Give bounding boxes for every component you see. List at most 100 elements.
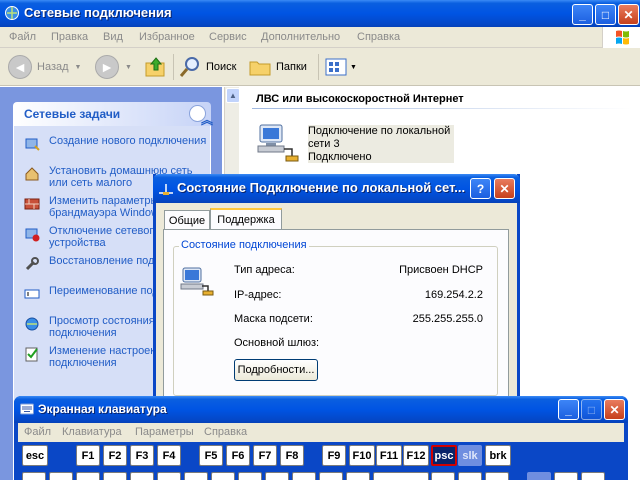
key-f2[interactable]: F2 — [103, 445, 127, 466]
windows-flag-icon — [616, 30, 629, 45]
views-icon — [325, 58, 347, 76]
collapse-chevron-icon[interactable]: ︽ — [189, 105, 213, 127]
task-create-connection[interactable]: Создание нового подключения — [24, 135, 210, 151]
keyboard-menubar: Файл Клавиатура Параметры Справка — [18, 423, 624, 442]
up-folder-button[interactable] — [144, 54, 168, 80]
key-f7[interactable]: F7 — [253, 445, 277, 466]
menu-advanced[interactable]: Дополнительно — [261, 31, 340, 43]
key-f3[interactable]: F3 — [130, 445, 154, 466]
address-type-label: Тип адреса: — [234, 264, 295, 276]
key-row2[interactable] — [103, 472, 127, 480]
network-tasks-header[interactable]: Сетевые задачи ︽ — [13, 102, 213, 127]
keyboard-close-button[interactable]: ✕ — [604, 399, 625, 420]
lan-connection-icon[interactable] — [256, 121, 300, 165]
menu-help[interactable]: Справка — [357, 31, 400, 43]
rename-icon — [24, 289, 40, 299]
help-icon: ? — [476, 181, 485, 196]
key-f1[interactable]: F1 — [76, 445, 100, 466]
dialog-title: Состояние Подключение по локальной сет..… — [177, 180, 466, 195]
close-icon: ✕ — [499, 181, 510, 196]
osk-menu-file[interactable]: Файл — [24, 426, 51, 438]
forward-button[interactable]: ► ▼ — [95, 54, 132, 80]
details-button[interactable]: Подробности... — [234, 359, 318, 381]
views-dropdown-icon[interactable]: ▼ — [350, 64, 357, 71]
key-f10[interactable]: F10 — [349, 445, 375, 466]
key-f6[interactable]: F6 — [226, 445, 250, 466]
toolbar: ◄ Назад ▼ ► ▼ Поиск Папки ▼ — [0, 48, 640, 86]
key-f9[interactable]: F9 — [322, 445, 346, 466]
menu-view[interactable]: Вид — [103, 31, 123, 43]
network-status-icon — [159, 184, 173, 195]
forward-dropdown-icon[interactable]: ▼ — [125, 64, 132, 71]
search-button[interactable]: Поиск — [178, 54, 236, 80]
menu-edit[interactable]: Правка — [51, 31, 88, 43]
keyboard-maximize-button[interactable]: □ — [581, 399, 602, 420]
key-f4[interactable]: F4 — [157, 445, 181, 466]
key-row2[interactable] — [157, 472, 181, 480]
key-esc[interactable]: esc — [22, 445, 48, 466]
tab-general[interactable]: Общие — [164, 210, 210, 230]
keyboard-titlebar[interactable]: Экранная клавиатура _ □ ✕ — [14, 396, 628, 423]
minimize-button[interactable]: _ — [572, 4, 593, 25]
window-titlebar[interactable]: Сетевые подключения _ □ ✕ — [0, 0, 640, 27]
key-row2[interactable] — [373, 472, 429, 480]
key-row2[interactable] — [238, 472, 262, 480]
connection-status-group: Состояние подключения Тип адреса: Присво… — [173, 239, 498, 396]
key-row2[interactable] — [431, 472, 455, 480]
key-row2[interactable] — [319, 472, 343, 480]
key-f11[interactable]: F11 — [376, 445, 402, 466]
back-button[interactable]: ◄ Назад ▼ — [8, 54, 81, 80]
toolbar-separator — [318, 54, 319, 80]
menu-file[interactable]: Файл — [9, 31, 36, 43]
lan-connection-item[interactable]: Подключение по локальной сети 3 Подключе… — [308, 125, 454, 163]
search-label: Поиск — [206, 61, 237, 73]
key-scroll-lock[interactable]: slk — [458, 445, 482, 466]
help-button[interactable]: ? — [470, 178, 491, 199]
status-icon — [25, 317, 39, 331]
key-row2[interactable] — [130, 472, 154, 480]
forward-arrow-icon: ► — [95, 55, 119, 79]
on-screen-keyboard: Экранная клавиатура _ □ ✕ Файл Клавиатур… — [14, 396, 628, 480]
key-row2[interactable] — [184, 472, 208, 480]
key-row2[interactable] — [292, 472, 316, 480]
close-button[interactable]: ✕ — [618, 4, 639, 25]
tab-support[interactable]: Поддержка — [210, 208, 282, 230]
key-row2[interactable] — [22, 472, 46, 480]
scroll-up-icon[interactable]: ▲ — [226, 88, 240, 103]
dialog-close-button[interactable]: ✕ — [494, 178, 515, 199]
menu-tools[interactable]: Сервис — [209, 31, 247, 43]
network-tasks-title: Сетевые задачи — [24, 107, 121, 121]
key-print-screen[interactable]: psc — [431, 445, 457, 466]
key-row2[interactable] — [76, 472, 100, 480]
key-row2[interactable] — [485, 472, 509, 480]
key-row2[interactable] — [265, 472, 289, 480]
folders-button[interactable]: Папки — [248, 54, 307, 80]
key-row2[interactable] — [346, 472, 370, 480]
key-row2[interactable] — [49, 472, 73, 480]
keyboard-minimize-button[interactable]: _ — [558, 399, 579, 420]
key-f12[interactable]: F12 — [403, 445, 429, 466]
osk-menu-settings[interactable]: Параметры — [135, 426, 194, 438]
key-row2[interactable] — [458, 472, 482, 480]
key-row2[interactable] — [554, 472, 578, 480]
key-f5[interactable]: F5 — [199, 445, 223, 466]
key-row2[interactable] — [527, 472, 551, 480]
default-gateway-label: Основной шлюз: — [234, 337, 320, 349]
maximize-button[interactable]: □ — [595, 4, 616, 25]
close-icon: ✕ — [609, 402, 620, 417]
back-label: Назад — [37, 61, 69, 73]
key-f8[interactable]: F8 — [280, 445, 304, 466]
ip-address-value: 169.254.2.2 — [424, 289, 483, 301]
key-break[interactable]: brk — [485, 445, 511, 466]
views-button[interactable]: ▼ — [324, 54, 357, 80]
connection-status: Подключено — [308, 151, 372, 163]
repair-icon — [25, 257, 39, 271]
folders-label: Папки — [276, 61, 307, 73]
key-row2[interactable] — [211, 472, 235, 480]
back-dropdown-icon[interactable]: ▼ — [75, 64, 82, 71]
dialog-titlebar[interactable]: Состояние Подключение по локальной сет..… — [153, 174, 520, 203]
osk-menu-help[interactable]: Справка — [204, 426, 247, 438]
menu-favorites[interactable]: Избранное — [139, 31, 195, 43]
osk-menu-keyboard[interactable]: Клавиатура — [62, 426, 122, 438]
key-row2[interactable] — [581, 472, 605, 480]
